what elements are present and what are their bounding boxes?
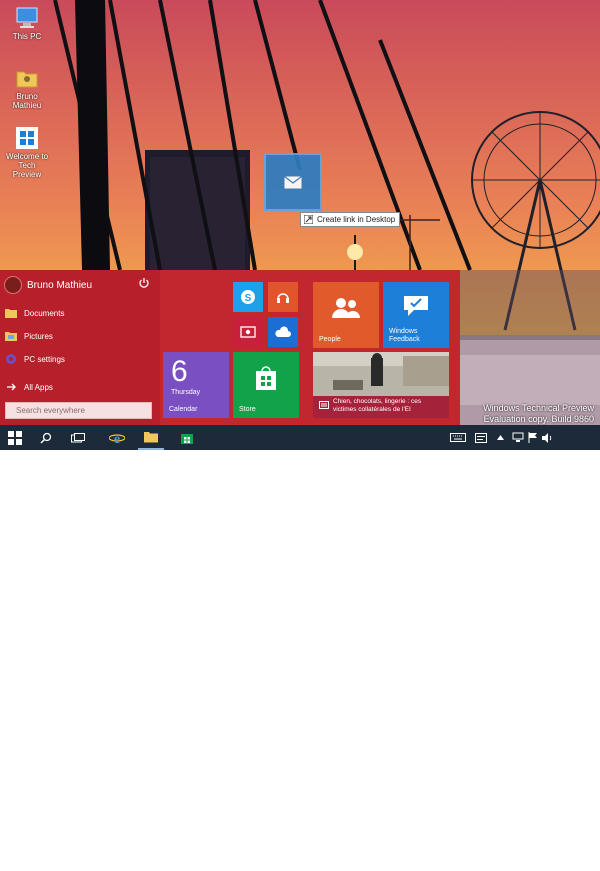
gear-icon <box>6 354 16 364</box>
store-bag-icon <box>181 433 193 444</box>
touch-keyboard-button[interactable] <box>448 425 468 450</box>
start-item-label: PC settings <box>24 354 65 364</box>
message-icon <box>475 432 487 443</box>
taskbar-store[interactable] <box>174 425 200 450</box>
news-photo <box>313 352 449 396</box>
tile-video[interactable] <box>233 317 263 347</box>
start-item-label: All Apps <box>24 382 53 392</box>
user-name: Bruno Mathieu <box>27 279 93 291</box>
windows-logo-icon <box>8 430 22 445</box>
folder-icon <box>14 66 40 90</box>
desktop-icon-user-folder[interactable]: Bruno Mathieu <box>4 66 50 110</box>
tile-label: Windows Feedback <box>389 328 420 343</box>
tile-label: Store <box>239 406 256 413</box>
network-icon <box>512 432 524 442</box>
calendar-day: 6 <box>171 355 188 388</box>
cloud-icon <box>275 326 291 337</box>
tile-music[interactable] <box>268 282 298 312</box>
tile-people[interactable]: People <box>313 282 379 348</box>
start-item-label: Pictures <box>24 331 53 341</box>
desktop-icon-label: Welcome to Tech Preview <box>5 152 49 179</box>
windows-logo-icon <box>14 126 40 150</box>
avatar <box>4 276 22 294</box>
start-item-all-apps[interactable]: All Apps <box>4 380 53 394</box>
taskbar: e 17:31 06/11/2014 <box>0 425 600 870</box>
tile-skype[interactable]: S <box>233 282 263 312</box>
search-button[interactable] <box>34 425 58 450</box>
tile-windows-feedback[interactable]: Windows Feedback <box>383 282 449 348</box>
speaker-icon <box>541 432 551 443</box>
headphones-icon <box>277 293 289 303</box>
tile-calendar[interactable]: 6 Thursday Calendar <box>163 352 229 418</box>
store-bag-icon <box>256 366 276 390</box>
show-hidden-icons-button[interactable] <box>494 425 506 450</box>
start-item-pictures[interactable]: Pictures <box>4 329 53 343</box>
task-view-button[interactable] <box>66 425 90 450</box>
start-button[interactable] <box>0 425 30 450</box>
drag-tooltip: Create link in Desktop <box>300 212 401 227</box>
start-menu: Bruno Mathieu Documents Pictures PC sett… <box>0 270 460 425</box>
tile-news[interactable]: Chien, chocolats, lingerie : ces victime… <box>313 352 449 418</box>
evaluation-watermark: Windows Technical Preview Evaluation cop… <box>483 403 594 425</box>
action-center-button[interactable] <box>472 425 490 450</box>
search-placeholder: Search everywhere <box>16 406 85 415</box>
task-view-icon <box>71 432 85 442</box>
tile-onedrive[interactable] <box>268 317 298 347</box>
watermark-line-1: Windows Technical Preview <box>483 403 594 413</box>
desktop-icon-this-pc[interactable]: This PC <box>4 6 50 41</box>
internet-explorer-icon: e <box>109 432 125 446</box>
dragged-mail-tile[interactable] <box>264 153 322 211</box>
start-item-pc-settings[interactable]: PC settings <box>4 352 65 366</box>
news-headline: Chien, chocolats, lingerie : ces victime… <box>333 398 422 413</box>
power-icon[interactable] <box>138 277 150 289</box>
tile-label: People <box>319 336 341 343</box>
desktop-icon-welcome[interactable]: Welcome to Tech Preview <box>4 126 50 179</box>
taskbar-file-explorer[interactable] <box>138 425 164 450</box>
svg-text:S: S <box>245 293 252 304</box>
video-icon <box>240 326 256 338</box>
clock[interactable]: 17:31 06/11/2014 <box>559 853 594 871</box>
computer-icon <box>14 6 40 30</box>
watermark-line-2: Evaluation copy. Build 9860 <box>483 414 594 424</box>
tile-store[interactable]: Store <box>233 352 299 418</box>
flag-button[interactable] <box>526 425 540 450</box>
calendar-weekday: Thursday <box>171 389 201 396</box>
volume-button[interactable] <box>540 425 554 450</box>
tile-label: Calendar <box>169 406 198 413</box>
network-button[interactable] <box>510 425 526 450</box>
desktop-icon-label: Bruno Mathieu <box>12 92 42 110</box>
start-item-label: Documents <box>24 308 65 318</box>
start-menu-left-pane: Bruno Mathieu Documents Pictures PC sett… <box>0 270 160 425</box>
news-icon <box>319 401 329 409</box>
search-input[interactable]: Search everywhere <box>5 402 152 419</box>
link-arrow-icon <box>304 215 313 224</box>
svg-text:e: e <box>114 432 120 446</box>
search-icon <box>40 432 52 444</box>
taskbar-internet-explorer[interactable]: e <box>104 425 130 450</box>
user-account[interactable]: Bruno Mathieu <box>4 276 92 294</box>
folder-icon <box>144 432 158 443</box>
people-icon <box>332 298 360 318</box>
mail-icon <box>284 175 302 188</box>
folder-icon <box>5 309 17 318</box>
clock-time: 17:31 <box>567 854 586 861</box>
flag-icon <box>528 432 537 443</box>
pictures-folder-icon <box>5 332 17 341</box>
chevron-up-icon <box>496 435 504 440</box>
start-item-documents[interactable]: Documents <box>4 306 64 320</box>
desktop-icon-label: This PC <box>12 32 42 41</box>
clock-date: 06/11/2014 <box>559 863 594 870</box>
arrow-right-icon <box>7 383 16 391</box>
skype-icon: S <box>241 290 255 304</box>
drag-tooltip-text: Create link in Desktop <box>317 215 396 224</box>
keyboard-icon <box>450 433 466 442</box>
feedback-icon <box>404 296 428 316</box>
